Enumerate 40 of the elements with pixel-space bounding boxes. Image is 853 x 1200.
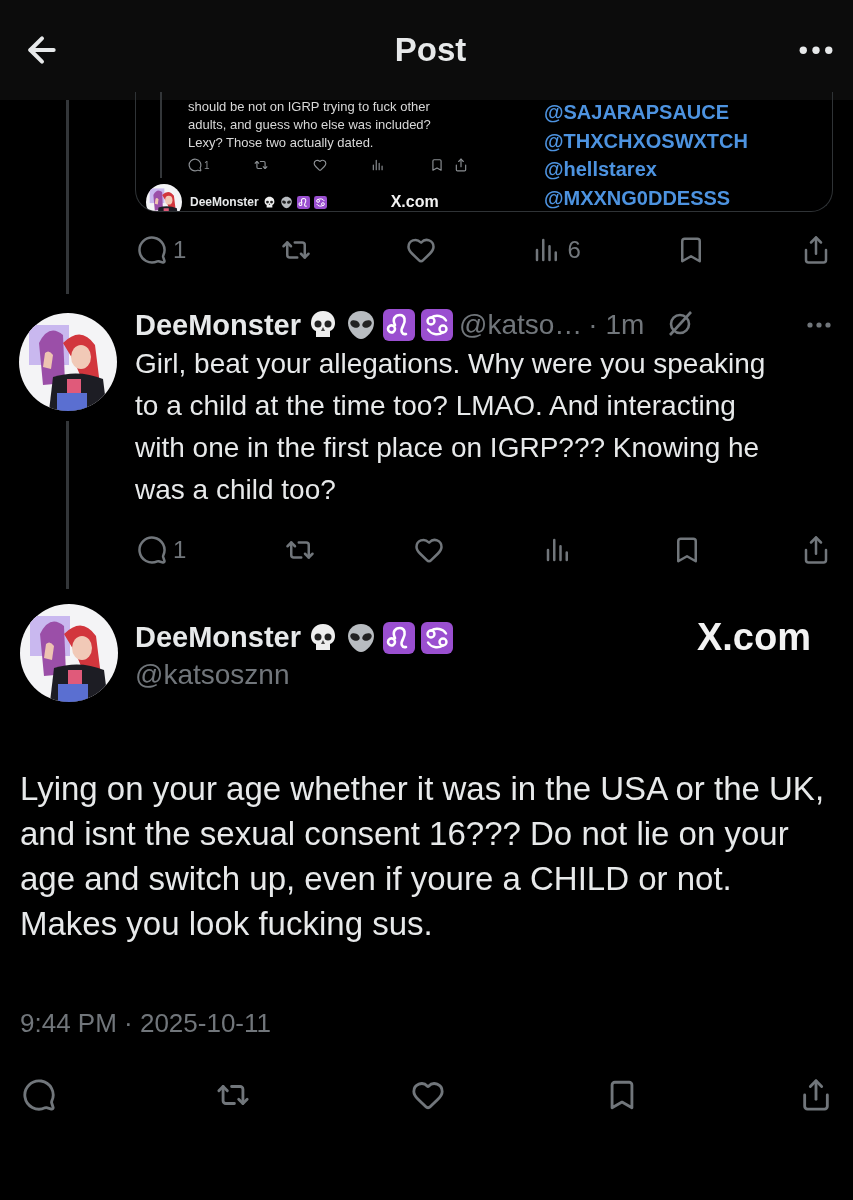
skull-icon [262,195,276,209]
reply-button[interactable]: 1 [137,235,187,265]
reply-button[interactable]: 1 [137,535,187,565]
reply-icon [22,1078,56,1112]
alien-icon [345,621,377,654]
author-name: DeeMonster [135,621,301,654]
author-handle: @katso… [459,309,583,341]
author-handle: @katsosznn [135,659,290,690]
author-name: DeeMonster [135,308,301,342]
alien-icon [279,195,293,209]
more-icon [799,45,833,55]
leo-icon [383,309,415,341]
views-icon [371,158,386,172]
reply-text: Girl, beat your allegations. Why were you speaking to a child at the time too? LMAO. And interacting with one in the first place on IGRP??? Knowing he was a child too? [135,347,767,507]
cancer-icon [313,195,327,209]
post-time: · 1m [588,309,645,341]
leo-icon [296,195,310,209]
cancer-icon [421,621,453,654]
more-button[interactable] [799,45,833,55]
post-timestamp: 9:44 PM · 2025-10-11 [20,1008,272,1039]
repost-icon [254,158,269,172]
cancer-icon [421,309,453,341]
reply-icon [137,235,167,265]
like-icon [312,158,327,172]
reply-icon [188,158,202,172]
reply-button[interactable]: 1 [188,158,210,172]
leo-icon [383,621,415,654]
page-title: Post [394,31,467,69]
author-name: DeeMonster [190,195,259,209]
views-button[interactable]: 6 [531,235,581,265]
post-text: Lying on your age whether it was in the USA or the UK, and isnt the sexual consent 16??? Do not lie on your age and switch up, even if youre a CHILD or not. Makes you look fucking sus. [20,769,826,944]
bookmark-icon [430,158,444,172]
share-icon [454,158,468,172]
alien-icon [345,309,377,341]
reply-icon [137,535,167,565]
site-label: X.com [390,193,439,211]
reply-button[interactable] [22,1078,56,1112]
post-text: should be not on IGRP trying to fuck other adults, and guess who else was included? Lexy? Those two actually dated. [188,98,432,152]
more-icon [807,322,831,328]
site-label: X.com [696,616,811,659]
